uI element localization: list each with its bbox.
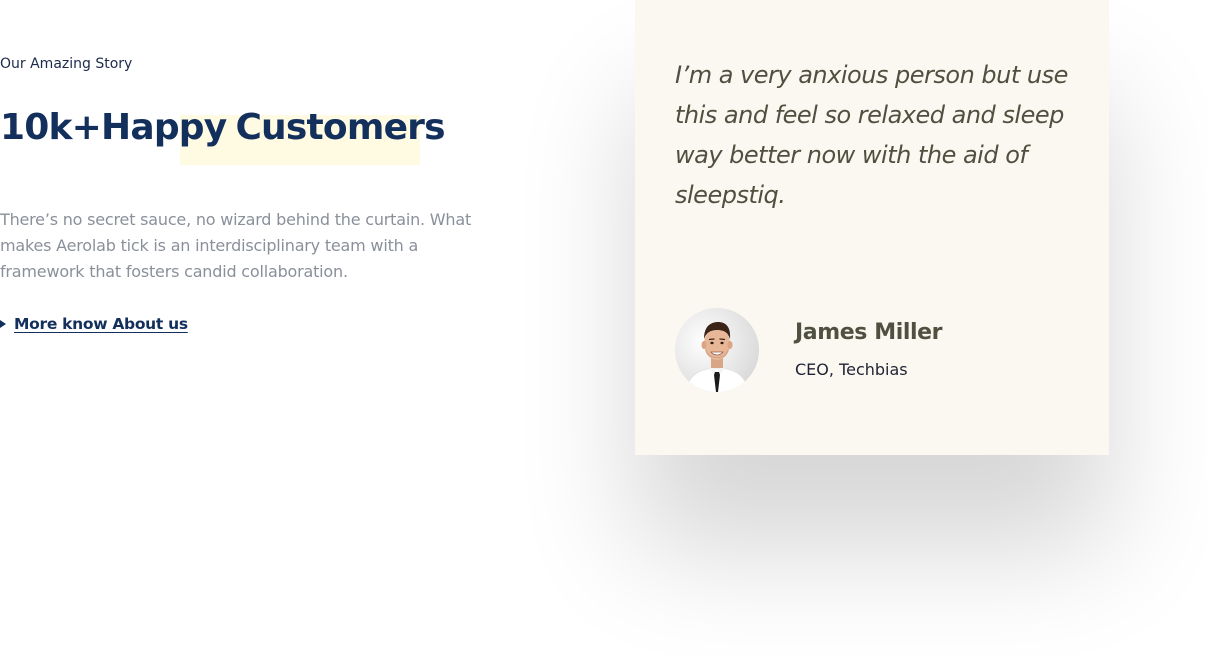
person-avatar-icon xyxy=(675,308,759,392)
avatar xyxy=(675,308,759,392)
story-description: There’s no secret sauce, no wizard behin… xyxy=(0,210,472,281)
page: Our Amazing Story 10k+Happy Customers The… xyxy=(0,0,1209,655)
about-us-link[interactable]: More know About us xyxy=(0,315,188,333)
about-us-link-label: More know About us xyxy=(14,315,188,333)
play-triangle-icon xyxy=(0,320,6,328)
testimonial-card: I’m a very anxious person but use this a… xyxy=(635,0,1109,455)
author-role: CEO, Techbias xyxy=(795,360,908,379)
headline-highlighted-word: Customers xyxy=(235,107,445,148)
section-eyebrow: Our Amazing Story xyxy=(0,56,133,72)
author-name: James Miller xyxy=(795,320,943,345)
testimonial-quote: I’m a very anxious person but use this a… xyxy=(675,61,1068,209)
headline-count: 10k+Happy xyxy=(0,107,227,148)
page-title: 10k+Happy Customers xyxy=(0,104,446,152)
